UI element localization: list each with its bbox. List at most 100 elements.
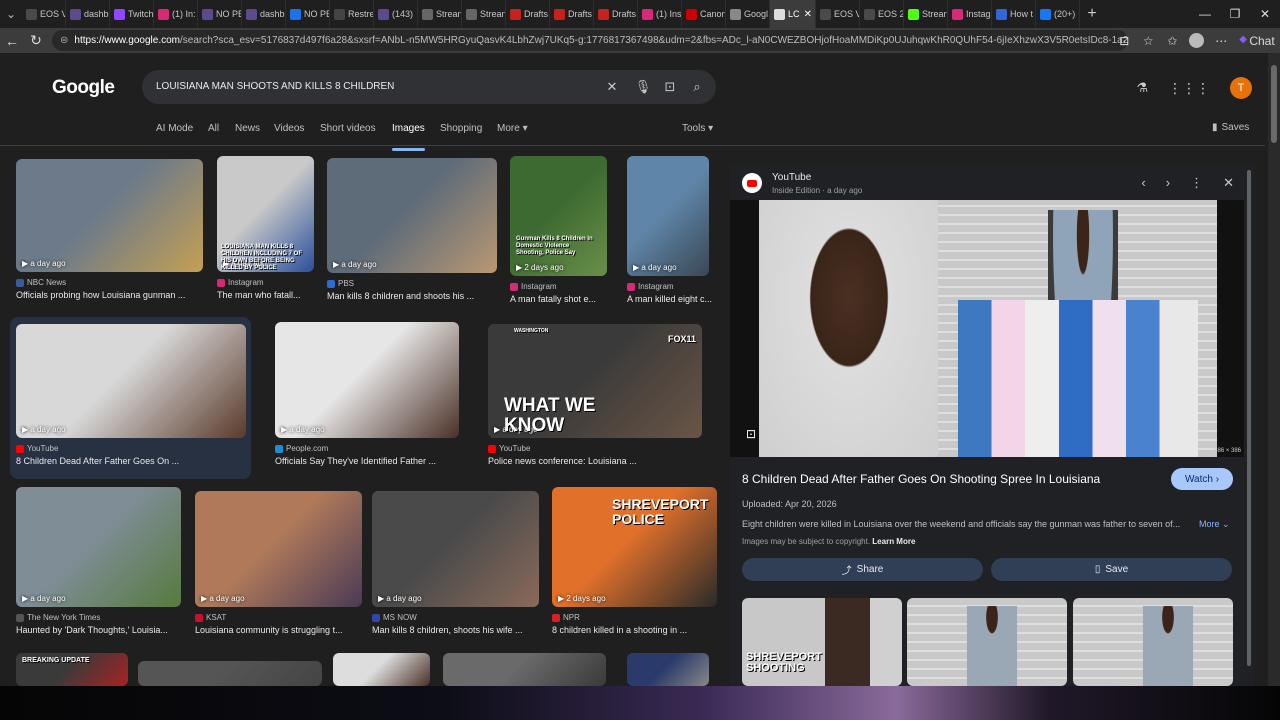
browser-tab[interactable]: dashb	[66, 0, 110, 28]
minimize-button[interactable]: —	[1190, 0, 1220, 28]
browser-tab[interactable]: Instag	[948, 0, 992, 28]
tab-news[interactable]: News	[235, 123, 260, 145]
result-title[interactable]: A man fatally shot e...	[510, 294, 596, 304]
account-avatar[interactable]: T	[1230, 77, 1252, 99]
result-title[interactable]: Police news conference: Louisiana ...	[488, 456, 637, 466]
tab-shopping[interactable]: Shopping	[440, 123, 482, 145]
favorites-icon[interactable]: ✩	[1160, 34, 1184, 48]
result-source[interactable]: PBS	[327, 279, 354, 288]
browser-tab[interactable]: Strean	[904, 0, 948, 28]
voice-search-icon[interactable]: 🎙	[633, 70, 653, 104]
image-result[interactable]	[627, 653, 709, 686]
tab-all[interactable]: All	[208, 123, 219, 145]
browser-tab[interactable]: (20+)	[1036, 0, 1080, 28]
tab-search-icon[interactable]: ⌄	[0, 0, 22, 28]
labs-icon[interactable]: ⚗	[1136, 80, 1148, 96]
page-scrollbar[interactable]	[1268, 53, 1280, 686]
browser-tab[interactable]: Drafts	[594, 0, 638, 28]
previous-icon[interactable]: ‹	[1141, 175, 1145, 191]
image-result[interactable]: ▶ 2 days ago Gunman Kills 8 Children in D…	[510, 156, 607, 276]
settings-menu-icon[interactable]: ⋯	[1209, 34, 1233, 48]
result-title[interactable]: Officials probing how Louisiana gunman .…	[16, 290, 185, 300]
tab-more[interactable]: More ▾	[497, 123, 528, 145]
watch-button[interactable]: Watch ›	[1171, 468, 1233, 490]
close-window-button[interactable]: ✕	[1250, 0, 1280, 28]
browser-tab[interactable]: NO PE	[198, 0, 242, 28]
preview-image[interactable]: 686 × 386	[730, 200, 1244, 457]
browser-tab[interactable]: Drafts	[550, 0, 594, 28]
result-source[interactable]: NBC News	[16, 278, 66, 287]
result-title[interactable]: 8 children killed in a shooting in ...	[552, 625, 687, 635]
result-source[interactable]: MS NOW	[372, 613, 417, 622]
image-result[interactable]: ▶ a day ago	[627, 156, 709, 276]
tools-button[interactable]: Tools ▾	[682, 123, 713, 134]
browser-tab[interactable]: (143)	[374, 0, 418, 28]
image-result[interactable]: ▶ a day ago	[275, 322, 459, 438]
browser-tab[interactable]: Drafts	[506, 0, 550, 28]
browser-tab[interactable]: Twitch	[110, 0, 154, 28]
browser-tab[interactable]: EOS 2	[860, 0, 904, 28]
browser-tab[interactable]: LC ✕	[770, 0, 816, 28]
more-button[interactable]: More ⌄	[1199, 519, 1230, 530]
apps-grid-icon[interactable]: ⋮⋮⋮	[1168, 80, 1210, 97]
panel-scrollbar[interactable]	[1247, 170, 1251, 666]
result-title[interactable]: The man who fatall...	[217, 290, 301, 300]
lens-search-icon[interactable]: ⊡	[746, 427, 756, 441]
result-source[interactable]: YouTube	[16, 444, 58, 453]
tab-videos[interactable]: Videos	[274, 123, 304, 145]
image-result[interactable]: ▶ a day ago	[195, 491, 362, 607]
result-source[interactable]: People.com	[275, 444, 328, 453]
tab-short-videos[interactable]: Short videos	[320, 123, 376, 145]
related-image[interactable]: SHREVEPORT SHOOTING	[742, 598, 902, 686]
back-button[interactable]: ←	[0, 28, 24, 53]
browser-tab[interactable]: Strean	[462, 0, 506, 28]
search-box[interactable]: LOUISIANA MAN SHOOTS AND KILLS 8 CHILDRE…	[142, 70, 716, 104]
browser-tab[interactable]: dashb	[242, 0, 286, 28]
browser-tab[interactable]: EOS V	[22, 0, 66, 28]
search-input[interactable]: LOUISIANA MAN SHOOTS AND KILLS 8 CHILDRE…	[156, 70, 394, 104]
browser-tab[interactable]: Googl	[726, 0, 770, 28]
result-source[interactable]: The New York Times	[16, 613, 100, 622]
browser-tab[interactable]: How t	[992, 0, 1036, 28]
result-title[interactable]: Haunted by 'Dark Thoughts,' Louisia...	[16, 625, 168, 635]
lens-toolbar-icon[interactable]: ⊡	[1112, 34, 1136, 48]
browser-tab[interactable]: Strean	[418, 0, 462, 28]
result-source[interactable]: YouTube	[488, 444, 530, 453]
browser-tab[interactable]: Canon	[682, 0, 726, 28]
tab-images[interactable]: Images	[392, 123, 425, 151]
result-title[interactable]: A man killed eight c...	[627, 294, 712, 304]
browser-tab[interactable]: Restre	[330, 0, 374, 28]
result-title[interactable]: Louisiana community is struggling t...	[195, 625, 343, 635]
result-source[interactable]: Instagram	[510, 282, 557, 291]
save-button[interactable]: ▯ Save	[991, 558, 1232, 581]
browser-tab[interactable]: (1) In:	[154, 0, 198, 28]
saves-button[interactable]: ▮ Saves	[1212, 122, 1249, 133]
share-button[interactable]: ⤴ Share	[742, 558, 983, 581]
result-title[interactable]: Officials Say They've Identified Father …	[275, 456, 436, 466]
clear-icon[interactable]: ✕	[602, 70, 622, 104]
result-title[interactable]: Man kills 8 children and shoots his ...	[327, 291, 474, 301]
browser-tab[interactable]: NO PE	[286, 0, 330, 28]
image-result[interactable]: ▶ a day ago	[372, 491, 539, 607]
copilot-chat-button[interactable]: ◆ Chat	[1233, 34, 1280, 48]
image-result[interactable]: BREAKING UPDATE	[16, 653, 128, 686]
search-icon[interactable]: ⌕	[687, 70, 707, 104]
google-logo[interactable]: Google	[52, 77, 115, 99]
scrollbar-thumb[interactable]	[1271, 65, 1277, 143]
new-tab-button[interactable]: +	[1080, 5, 1104, 23]
learn-more-link[interactable]: Learn More	[872, 537, 915, 546]
close-tab-icon[interactable]: ✕	[804, 9, 815, 20]
profile-avatar[interactable]	[1189, 33, 1205, 48]
preview-title[interactable]: 8 Children Dead After Father Goes On Sho…	[742, 472, 1100, 486]
image-result[interactable]: ▶ a day ago	[16, 487, 181, 607]
result-source[interactable]: KSAT	[195, 613, 226, 622]
result-source[interactable]: NPR	[552, 613, 580, 622]
result-source[interactable]: Instagram	[217, 278, 264, 287]
lens-icon[interactable]: ⊡	[660, 70, 680, 104]
preview-source[interactable]: YouTube	[772, 172, 811, 183]
related-image[interactable]	[1073, 598, 1233, 686]
image-result[interactable]: ▶ a day ago	[16, 159, 203, 272]
image-result[interactable]	[333, 653, 430, 686]
close-icon[interactable]: ✕	[1223, 175, 1234, 191]
reload-button[interactable]: ↻	[24, 28, 48, 53]
